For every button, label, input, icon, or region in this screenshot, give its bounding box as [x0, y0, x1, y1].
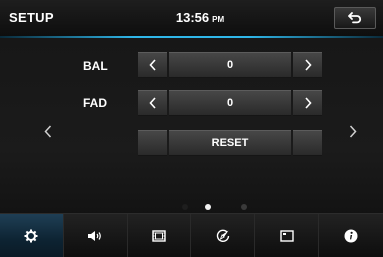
balance-decrease-button[interactable]: [138, 52, 167, 78]
back-button[interactable]: [334, 7, 376, 29]
clock-ampm: PM: [212, 15, 225, 24]
header-accent-line: [0, 36, 383, 38]
fader-value: 0: [169, 90, 291, 116]
chevron-left-icon: [148, 59, 156, 71]
tab-display[interactable]: [255, 214, 320, 257]
fader-decrease-button[interactable]: [138, 90, 167, 116]
setup-screen: SETUP 13:56 PM BAL 0 FAD 0 RESET: [0, 0, 383, 257]
reset-label: RESET: [169, 130, 291, 156]
chevron-right-icon: [349, 124, 357, 138]
balance-increase-button[interactable]: [293, 52, 322, 78]
bottom-tab-bar: [0, 213, 383, 257]
clock-time: 13:56: [175, 10, 210, 25]
tab-audio[interactable]: [64, 214, 128, 257]
balance-value: 0: [169, 52, 291, 78]
tab-general[interactable]: [0, 214, 64, 257]
next-page-button[interactable]: [343, 120, 363, 142]
page-title: SETUP: [9, 10, 54, 25]
speaker-icon: [88, 231, 102, 241]
info-icon: [344, 229, 358, 243]
reset-button[interactable]: RESET: [138, 130, 322, 156]
clock: 13:56 PM: [160, 10, 240, 25]
chevron-right-icon: [304, 59, 312, 71]
gear-icon: [24, 229, 38, 243]
previous-page-button[interactable]: [38, 120, 58, 142]
chevron-right-icon: [304, 97, 312, 109]
page-dot: [241, 204, 247, 210]
page-dot-active: [205, 204, 211, 210]
back-arrow-icon: [348, 12, 362, 24]
reset-right-cap: [293, 130, 322, 156]
screen-icon: [280, 230, 294, 242]
page-dot: [182, 204, 188, 210]
film-icon: [152, 230, 166, 242]
fader-stepper: 0: [138, 90, 322, 116]
compass-icon: [216, 229, 230, 242]
reset-left-cap: [138, 130, 167, 156]
chevron-left-icon: [148, 97, 156, 109]
balance-stepper: 0: [138, 52, 322, 78]
tab-video[interactable]: [128, 214, 192, 257]
tab-navigation[interactable]: [191, 214, 256, 257]
tab-info[interactable]: [319, 214, 383, 257]
fader-increase-button[interactable]: [293, 90, 322, 116]
chevron-left-icon: [44, 124, 52, 138]
header-bar: SETUP 13:56 PM: [0, 0, 383, 36]
fader-label: FAD: [83, 96, 107, 110]
balance-label: BAL: [83, 59, 108, 73]
